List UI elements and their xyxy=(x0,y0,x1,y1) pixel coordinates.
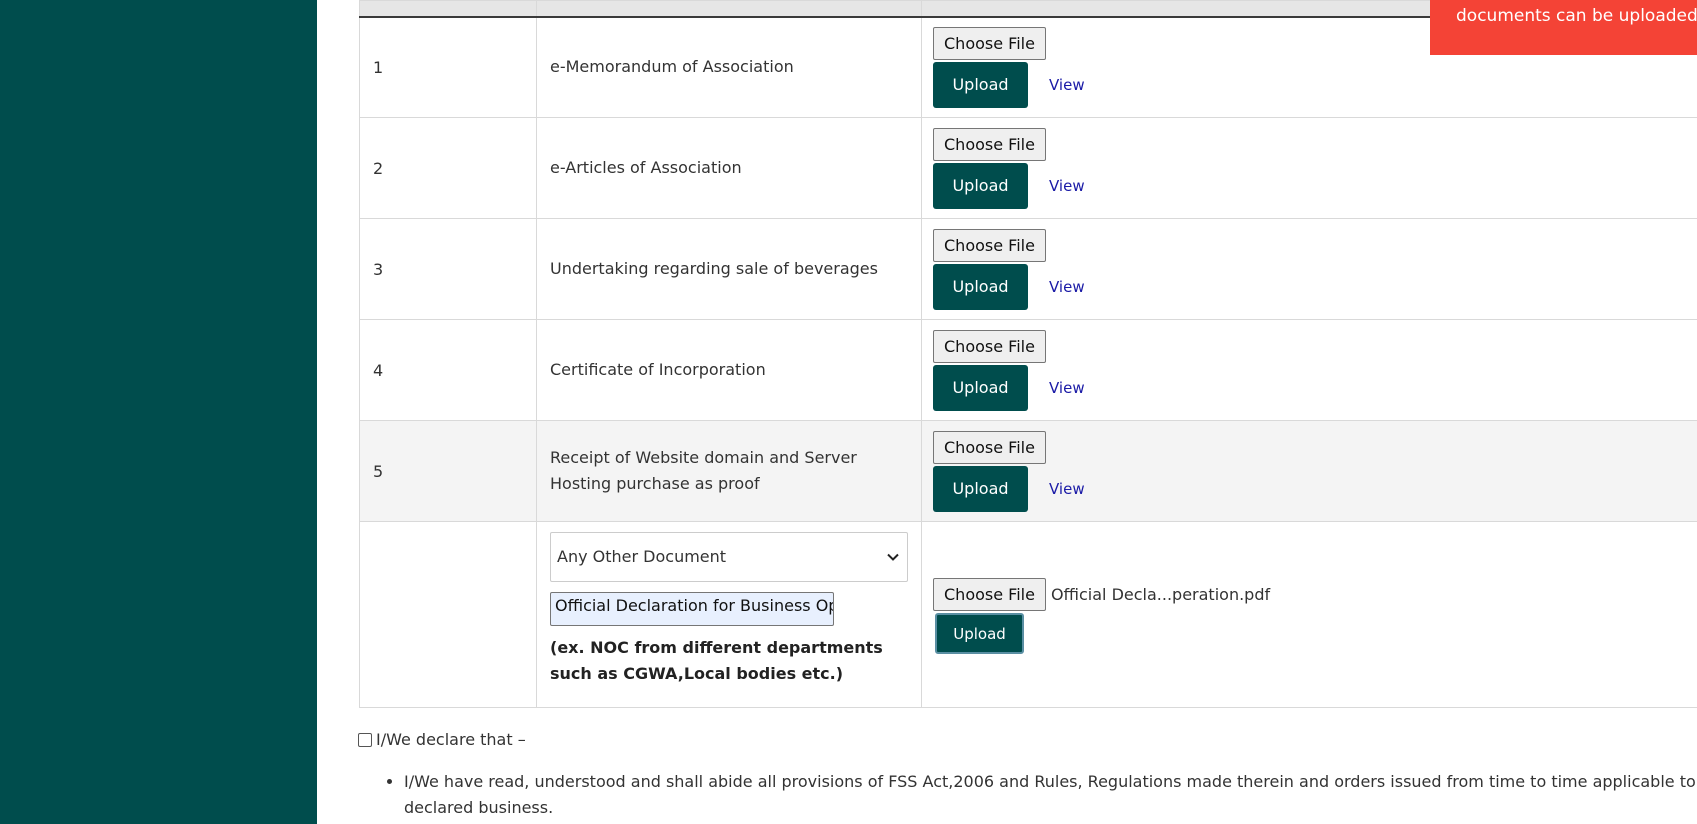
view-link[interactable]: View xyxy=(1049,76,1085,94)
choose-file-button[interactable]: Choose File xyxy=(933,228,1046,262)
choose-file-button[interactable]: Choose File xyxy=(933,430,1046,464)
declaration-list: I/We have read, understood and shall abi… xyxy=(382,769,1697,821)
selected-file-name: Official Decla...peration.pdf xyxy=(1050,585,1271,604)
upload-button[interactable]: Upload xyxy=(933,364,1028,411)
upload-button[interactable]: Upload xyxy=(933,465,1028,512)
header-cell-serial xyxy=(359,0,537,18)
main-content: 1 e-Memorandum of Association Choose Fil… xyxy=(317,0,1697,824)
upload-cell: Choose File Upload View xyxy=(921,218,1697,320)
document-name: e-Articles of Association xyxy=(536,117,922,219)
upload-cell: Choose File Upload View xyxy=(921,319,1697,421)
document-name: e-Memorandum of Association xyxy=(536,16,922,118)
upload-button[interactable]: Upload xyxy=(935,613,1024,654)
upload-cell: Choose File Official Decla...peration.pd… xyxy=(921,521,1697,708)
upload-button[interactable]: Upload xyxy=(933,263,1028,310)
table-row: 3 Undertaking regarding sale of beverage… xyxy=(359,218,1697,320)
other-document-row: Any Other Document Official Declaration … xyxy=(359,521,1697,708)
declaration: I/We declare that – xyxy=(358,730,526,749)
table-row: 2 e-Articles of Association Choose File … xyxy=(359,117,1697,219)
table-row: 4 Certificate of Incorporation Choose Fi… xyxy=(359,319,1697,421)
document-type-select[interactable]: Any Other Document xyxy=(550,532,908,582)
document-type-select-value: Any Other Document xyxy=(557,547,727,566)
choose-file-button[interactable]: Choose File xyxy=(933,329,1046,363)
declaration-label: I/We declare that – xyxy=(376,730,526,749)
table-row: 5 Receipt of Website domain and Server H… xyxy=(359,420,1697,522)
choose-file-button[interactable]: Choose File xyxy=(933,127,1046,161)
document-name: Certificate of Incorporation xyxy=(536,319,922,421)
view-link[interactable]: View xyxy=(1049,480,1085,498)
serial-number: 4 xyxy=(359,319,537,421)
documents-table: 1 e-Memorandum of Association Choose Fil… xyxy=(359,0,1697,708)
serial-number: 5 xyxy=(359,420,537,522)
document-name: Undertaking regarding sale of beverages xyxy=(536,218,922,320)
serial-number-empty xyxy=(359,521,537,708)
view-link[interactable]: View xyxy=(1049,177,1085,195)
other-document-hint: (ex. NOC from different departments such… xyxy=(550,638,883,683)
upload-button[interactable]: Upload xyxy=(933,61,1028,108)
upload-button[interactable]: Upload xyxy=(933,162,1028,209)
sidebar xyxy=(0,0,317,824)
other-document-cell: Any Other Document Official Declaration … xyxy=(536,521,922,708)
header-cell-document xyxy=(536,0,922,18)
serial-number: 2 xyxy=(359,117,537,219)
upload-cell: Choose File Upload View xyxy=(921,420,1697,522)
document-name: Receipt of Website domain and Server Hos… xyxy=(536,420,922,522)
view-link[interactable]: View xyxy=(1049,278,1085,296)
notification-toast: documents can be uploaded. xyxy=(1430,0,1697,55)
upload-cell: Choose File Upload View xyxy=(921,117,1697,219)
serial-number: 3 xyxy=(359,218,537,320)
serial-number: 1 xyxy=(359,16,537,118)
choose-file-button[interactable]: Choose File xyxy=(933,578,1046,611)
choose-file-button[interactable]: Choose File xyxy=(933,26,1046,60)
list-item: I/We have read, understood and shall abi… xyxy=(404,769,1697,821)
declaration-checkbox[interactable] xyxy=(358,732,372,747)
document-name-input[interactable]: Official Declaration for Business Ope xyxy=(550,592,834,626)
chevron-down-icon xyxy=(887,553,899,561)
view-link[interactable]: View xyxy=(1049,379,1085,397)
